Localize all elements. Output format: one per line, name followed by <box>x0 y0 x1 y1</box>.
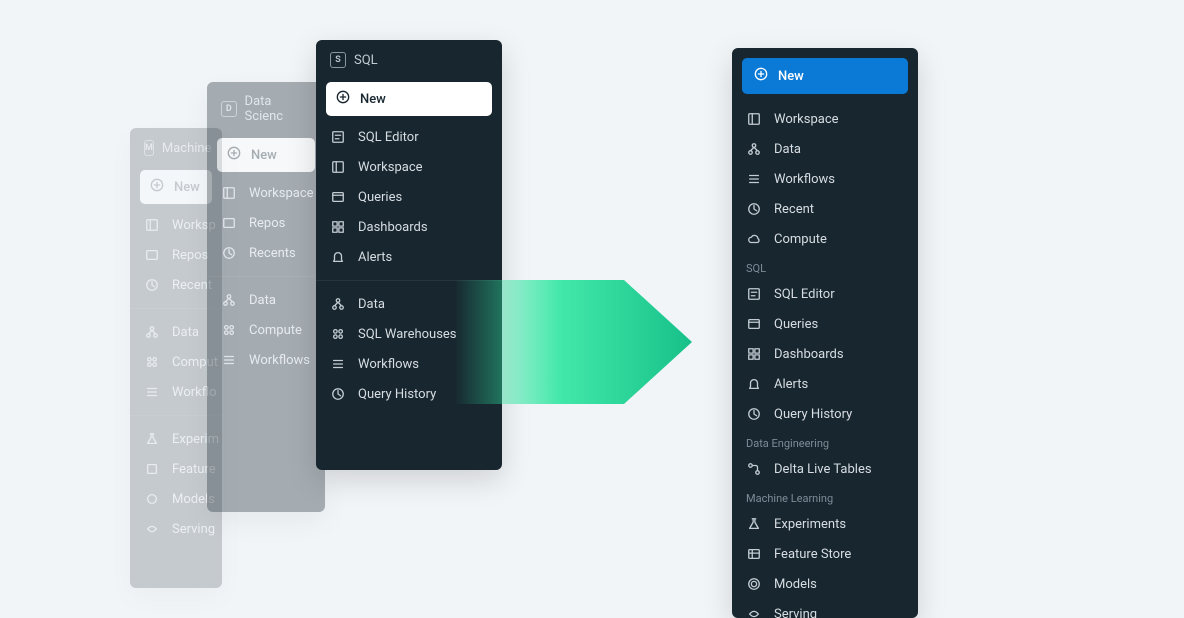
clock-icon <box>221 245 237 261</box>
data-icon <box>221 292 237 308</box>
persona-badge: S <box>330 52 346 68</box>
sidebar-item-serving[interactable]: Serving <box>732 599 918 618</box>
panel-title: Data Scienc <box>245 94 311 124</box>
sidebar-item-feature-store[interactable]: Feature Store <box>732 539 918 569</box>
queries-icon <box>746 316 762 332</box>
panel-header[interactable]: D Data Scienc <box>207 82 325 134</box>
new-label: New <box>360 92 386 107</box>
flask-icon <box>144 431 160 447</box>
pipeline-icon <box>746 461 762 477</box>
sidebar-item-queries[interactable]: Queries <box>732 309 918 339</box>
flask-icon <box>746 516 762 532</box>
workflows-icon <box>330 356 346 372</box>
feature-icon <box>746 546 762 562</box>
compute-icon <box>221 322 237 338</box>
sidebar-item[interactable]: Workflows <box>207 345 325 375</box>
section-label-de: Data Engineering <box>732 429 918 454</box>
serving-icon <box>746 606 762 618</box>
panel-title: SQL <box>354 53 378 68</box>
sidebar-item-sql-editor[interactable]: SQL Editor <box>732 279 918 309</box>
sidebar-item-dashboards[interactable]: Dashboards <box>732 339 918 369</box>
clock-icon <box>330 386 346 402</box>
workspace-icon <box>221 185 237 201</box>
new-button[interactable]: New <box>140 170 212 204</box>
repos-icon <box>144 247 160 263</box>
clock-icon <box>746 201 762 217</box>
sidebar-item-alerts[interactable]: Alerts <box>732 369 918 399</box>
transition-arrow <box>454 280 692 404</box>
sidebar-item-query-history[interactable]: Query History <box>732 399 918 429</box>
bell-icon <box>330 249 346 265</box>
panel-sql: S SQL New SQL Editor Workspace Queries D… <box>316 40 502 470</box>
panel-title: Machine <box>162 141 212 156</box>
sidebar-item-experiments[interactable]: Experiments <box>732 509 918 539</box>
sidebar-item[interactable]: Repos <box>207 208 325 238</box>
plus-circle-icon <box>150 178 164 196</box>
workspace-icon <box>144 217 160 233</box>
feature-icon <box>144 461 160 477</box>
dashboards-icon <box>746 346 762 362</box>
sidebar-item-dlt[interactable]: Delta Live Tables <box>732 454 918 484</box>
sidebar-item[interactable]: Recents <box>207 238 325 268</box>
sidebar-item-dashboards[interactable]: Dashboards <box>316 212 502 242</box>
section-label-ml: Machine Learning <box>732 484 918 509</box>
workspace-icon <box>330 159 346 175</box>
workflows-icon <box>221 352 237 368</box>
new-button[interactable]: New <box>326 82 492 116</box>
persona-badge: D <box>221 101 237 117</box>
section-label-sql: SQL <box>732 254 918 279</box>
sidebar-item-models[interactable]: Models <box>732 569 918 599</box>
new-label: New <box>174 180 200 195</box>
dashboards-icon <box>330 219 346 235</box>
sidebar-item[interactable]: Serving <box>130 514 222 544</box>
panel-header[interactable]: S SQL <box>316 40 502 78</box>
sidebar-item-queries[interactable]: Queries <box>316 182 502 212</box>
sidebar-item-sql-editor[interactable]: SQL Editor <box>316 122 502 152</box>
workflows-icon <box>746 171 762 187</box>
workspace-icon <box>746 111 762 127</box>
sidebar-item-compute[interactable]: Compute <box>732 224 918 254</box>
new-label: New <box>251 148 277 163</box>
sidebar-item-workspace[interactable]: Workspace <box>316 152 502 182</box>
sidebar-item[interactable]: Data <box>207 285 325 315</box>
sidebar-item-workspace[interactable]: Workspace <box>732 104 918 134</box>
compute-icon <box>330 326 346 342</box>
sidebar-item-workflows[interactable]: Workflows <box>732 164 918 194</box>
data-icon <box>144 324 160 340</box>
cloud-icon <box>746 231 762 247</box>
sidebar-item[interactable]: Compute <box>207 315 325 345</box>
bell-icon <box>746 376 762 392</box>
queries-icon <box>330 189 346 205</box>
models-icon <box>144 491 160 507</box>
models-icon <box>746 576 762 592</box>
history-icon <box>746 406 762 422</box>
new-label: New <box>778 69 804 84</box>
sidebar-item-data[interactable]: Data <box>732 134 918 164</box>
chevron-down-icon <box>476 52 488 68</box>
plus-circle-icon <box>227 146 241 164</box>
sidebar-item[interactable]: Workspace <box>207 178 325 208</box>
clock-icon <box>144 277 160 293</box>
persona-badge: M <box>144 140 154 156</box>
divider <box>207 276 325 277</box>
repos-icon <box>221 215 237 231</box>
panel-unified: New Workspace Data Workflows Recent Comp… <box>732 48 918 618</box>
new-button[interactable]: New <box>217 138 315 172</box>
editor-icon <box>330 129 346 145</box>
serving-icon <box>144 521 160 537</box>
compute-icon <box>144 354 160 370</box>
plus-circle-icon <box>754 67 768 85</box>
data-icon <box>330 296 346 312</box>
sidebar-item-recent[interactable]: Recent <box>732 194 918 224</box>
editor-icon <box>746 286 762 302</box>
workflows-icon <box>144 384 160 400</box>
panel-data-science: D Data Scienc New Workspace Repos Recent… <box>207 82 325 512</box>
data-icon <box>746 141 762 157</box>
plus-circle-icon <box>336 90 350 108</box>
new-button[interactable]: New <box>742 58 908 94</box>
sidebar-item-alerts[interactable]: Alerts <box>316 242 502 272</box>
